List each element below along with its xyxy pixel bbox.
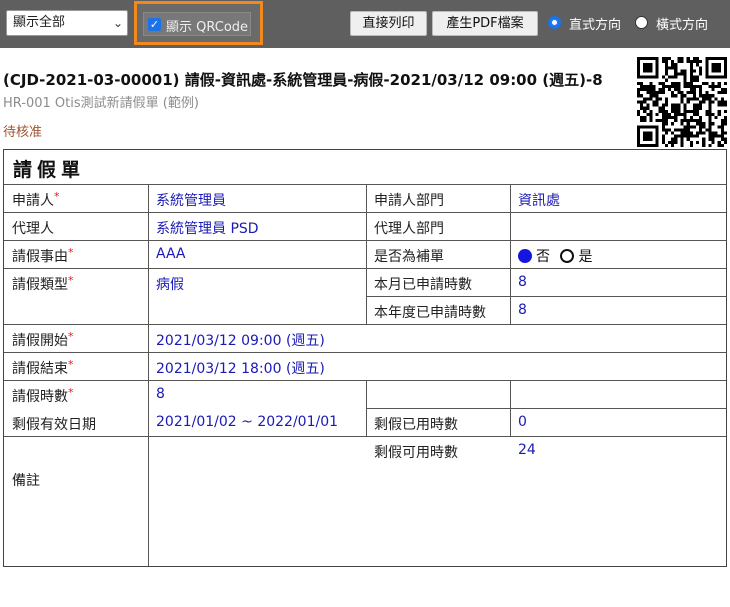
start-value: 2021/03/12 09:00 (週五) (156, 333, 325, 349)
supplement-options: 否 是 (510, 240, 726, 268)
portrait-radio[interactable] (548, 16, 561, 29)
applicant-label: 申請人* (12, 190, 60, 209)
checkbox-checked-icon[interactable]: ✓ (148, 18, 161, 31)
valid-period-label: 剩假有效日期 (12, 417, 96, 433)
agent-label: 代理人 (12, 221, 54, 237)
supplement-yes: 是 (578, 249, 593, 265)
document-title: (CJD-2021-03-00001) 請假-資訊處-系統管理員-病假-2021… (3, 71, 603, 89)
year-hours-label: 本年度已申請時數 (374, 305, 486, 321)
status-label: 待核准 (3, 125, 43, 140)
agent-dept-label: 代理人部門 (374, 221, 444, 237)
end-label: 請假結束* (12, 358, 74, 377)
month-hours-label: 本月已申請時數 (374, 277, 472, 293)
generate-pdf-button[interactable]: 產生PDF檔案 (432, 11, 538, 36)
portrait-label[interactable]: 直式方向 (569, 14, 621, 33)
agent-dept-value (510, 212, 726, 240)
applicant-dept-value: 資訊處 (518, 193, 560, 209)
leave-form: 請假單 申請人* 系統管理員 申請人部門 資訊處 代理人 系統管理員 PSD 代… (3, 149, 727, 567)
qrcode-image (637, 57, 727, 147)
available-hours-value: 24 (518, 442, 536, 458)
show-qrcode-toggle[interactable]: ✓ 顯示 QRCode (134, 1, 263, 45)
remarks-value (148, 464, 726, 566)
applicant-value: 系統管理員 (156, 193, 226, 209)
applicant-dept-label: 申請人部門 (374, 193, 444, 209)
show-qrcode-box[interactable]: ✓ 顯示 QRCode (143, 12, 251, 36)
agent-value: 系統管理員 PSD (156, 221, 259, 237)
reason-label: 請假事由* (12, 246, 74, 265)
leave-type-label: 請假類型* (12, 274, 74, 293)
show-qrcode-label: 顯示 QRCode (166, 20, 249, 35)
landscape-label[interactable]: 橫式方向 (656, 14, 708, 33)
document-subtitle: HR-001 Otis測試新請假單 (範例) (3, 96, 199, 111)
valid-period-value: 2021/01/02 ~ 2022/01/01 (156, 414, 339, 430)
hours-value: 8 (156, 386, 165, 402)
used-hours-label: 剩假已用時數 (374, 417, 458, 433)
supplement-no: 否 (536, 249, 550, 265)
radio-unselected-icon (560, 249, 575, 263)
toolbar: 顯示全部 ⌄ ✓ 顯示 QRCode 直接列印 產生PDF檔案 直式方向 橫式方… (0, 0, 730, 48)
start-label: 請假開始* (12, 330, 74, 349)
month-hours-value: 8 (518, 274, 527, 290)
reason-value: AAA (156, 246, 186, 262)
supplement-label: 是否為補單 (374, 249, 444, 265)
print-button[interactable]: 直接列印 (350, 11, 427, 36)
used-hours-value: 0 (518, 414, 527, 430)
end-value: 2021/03/12 18:00 (週五) (156, 361, 325, 377)
form-title: 請假單 (13, 159, 86, 181)
radio-selected-icon (518, 249, 532, 263)
filter-select-value: 顯示全部 (13, 15, 66, 30)
hours-label: 請假時數* (12, 386, 74, 405)
leave-type-value: 病假 (156, 277, 184, 293)
chevron-down-icon: ⌄ (112, 16, 123, 30)
year-hours-value: 8 (518, 302, 527, 318)
available-hours-label: 剩假可用時數 (374, 445, 458, 461)
landscape-radio[interactable] (635, 16, 648, 29)
remarks-label: 備註 (12, 473, 40, 489)
filter-select[interactable]: 顯示全部 ⌄ (6, 10, 128, 36)
